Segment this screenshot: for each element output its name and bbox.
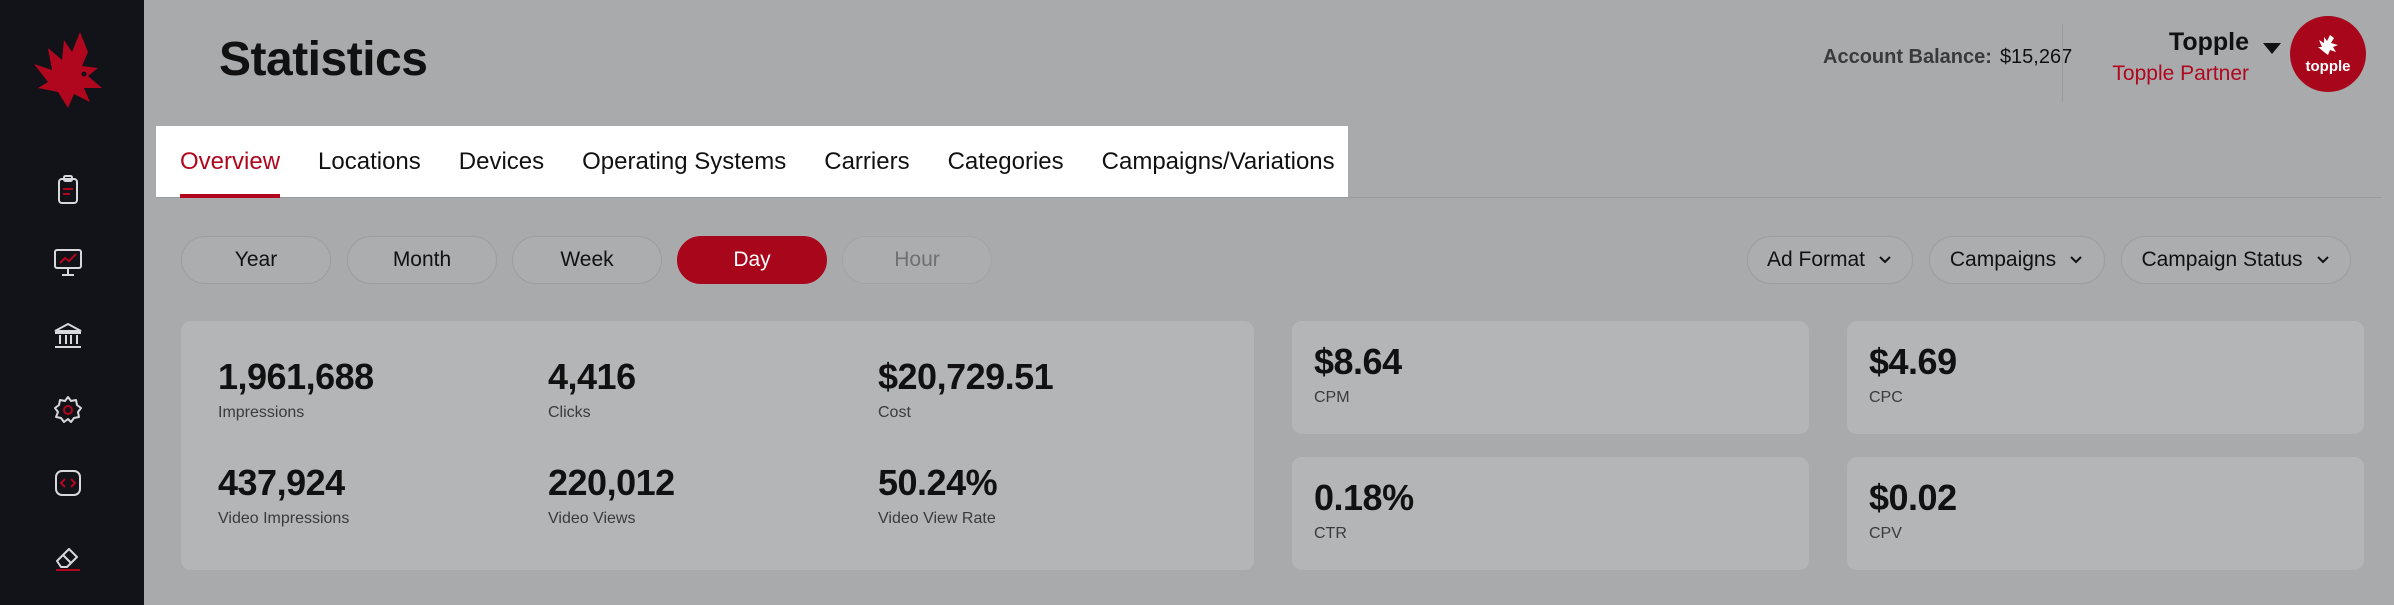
header-divider — [2062, 24, 2063, 102]
campaign-status-label: Campaign Status — [2141, 248, 2303, 271]
metric-value: 0.18% — [1314, 477, 1414, 518]
tab-categories[interactable]: Categories — [948, 126, 1064, 198]
tab-locations[interactable]: Locations — [318, 126, 421, 198]
sidebar — [0, 0, 144, 605]
code-icon[interactable] — [48, 463, 88, 503]
eagle-logo-icon[interactable] — [28, 30, 108, 120]
metric-cpv: $0.02 CPV — [1869, 477, 1957, 543]
metric-video-impressions: 437,924 Video Impressions — [218, 462, 349, 528]
account-balance: Account Balance: $15,267 — [1823, 46, 2072, 69]
metric-label: Video View Rate — [878, 510, 996, 527]
gear-icon[interactable] — [48, 390, 88, 430]
period-year-button[interactable]: Year — [181, 236, 331, 284]
chevron-down-icon — [1879, 256, 1891, 264]
tab-operating-systems[interactable]: Operating Systems — [582, 126, 786, 198]
metric-label: CTR — [1314, 525, 1347, 542]
metric-impressions: 1,961,688 Impressions — [218, 356, 374, 422]
main-content: Statistics Account Balance: $15,267 Toppl… — [144, 0, 2394, 605]
tab-devices[interactable]: Devices — [459, 126, 544, 198]
campaigns-label: Campaigns — [1949, 248, 2057, 271]
metric-label: CPC — [1869, 389, 1903, 406]
metric-label: Cost — [878, 404, 911, 421]
tab-campaigns-variations[interactable]: Campaigns/Variations — [1102, 126, 1335, 198]
metric-label: Video Views — [548, 510, 636, 527]
metric-value: $20,729.51 — [878, 356, 1054, 397]
kpi-card-cpv: $0.02 CPV — [1847, 457, 2364, 570]
metric-value: 220,012 — [548, 462, 675, 503]
avatar-text: topple — [2305, 57, 2351, 75]
metric-clicks: 4,416 Clicks — [548, 356, 636, 422]
eraser-icon[interactable] — [48, 536, 88, 576]
kpi-card-cpc: $4.69 CPC — [1847, 321, 2364, 434]
ad-format-dropdown[interactable]: Ad Format — [1747, 236, 1913, 284]
campaign-status-dropdown[interactable]: Campaign Status — [2121, 236, 2351, 284]
campaigns-dropdown[interactable]: Campaigns — [1929, 236, 2105, 284]
kpi-card-cpm: $8.64 CPM — [1292, 321, 1809, 434]
metric-label: CPM — [1314, 389, 1350, 406]
metric-video-views: 220,012 Video Views — [548, 462, 675, 528]
metric-value: 50.24% — [878, 462, 998, 503]
ad-format-label: Ad Format — [1766, 248, 1866, 271]
metric-video-view-rate: 50.24% Video View Rate — [878, 462, 998, 528]
period-week-button[interactable]: Week — [512, 236, 662, 284]
user-name[interactable]: Topple — [2099, 28, 2249, 57]
presentation-icon[interactable] — [48, 242, 88, 282]
metric-cpc: $4.69 CPC — [1869, 341, 1957, 407]
chevron-down-icon — [2070, 256, 2082, 264]
period-hour-button[interactable]: Hour — [842, 236, 992, 284]
user-role: Topple Partner — [2112, 62, 2249, 85]
avatar[interactable]: topple — [2290, 16, 2366, 92]
metric-value: 437,924 — [218, 462, 345, 503]
metric-value: $8.64 — [1314, 341, 1402, 382]
metric-value: $0.02 — [1869, 477, 1957, 518]
account-balance-label: Account Balance: — [1823, 46, 1992, 68]
metric-label: CPV — [1869, 525, 1902, 542]
metric-value: $4.69 — [1869, 341, 1957, 382]
metric-label: Impressions — [218, 404, 305, 421]
clipboard-icon[interactable] — [48, 170, 88, 210]
caret-down-icon[interactable] — [2259, 36, 2285, 60]
bank-icon[interactable] — [48, 316, 88, 356]
kpi-card-ctr: 0.18% CTR — [1292, 457, 1809, 570]
metric-label: Video Impressions — [218, 510, 350, 527]
summary-card: 1,961,688 Impressions 4,416 Clicks $20,7… — [181, 321, 1254, 570]
page-title: Statistics — [219, 33, 428, 86]
period-month-button[interactable]: Month — [347, 236, 497, 284]
chevron-down-icon — [2316, 256, 2329, 264]
metric-cost: $20,729.51 Cost — [878, 356, 1054, 422]
metric-label: Clicks — [548, 404, 591, 421]
metric-ctr: 0.18% CTR — [1314, 477, 1414, 543]
metric-cpm: $8.64 CPM — [1314, 341, 1402, 407]
metric-value: 4,416 — [548, 356, 636, 397]
metric-value: 1,961,688 — [218, 356, 374, 397]
tab-overview[interactable]: Overview — [180, 126, 281, 198]
period-day-button[interactable]: Day — [677, 236, 827, 284]
tab-bar: Overview Locations Devices Operating Sys… — [156, 126, 1373, 198]
eagle-mark-icon — [2318, 34, 2338, 55]
tab-carriers[interactable]: Carriers — [824, 126, 909, 198]
